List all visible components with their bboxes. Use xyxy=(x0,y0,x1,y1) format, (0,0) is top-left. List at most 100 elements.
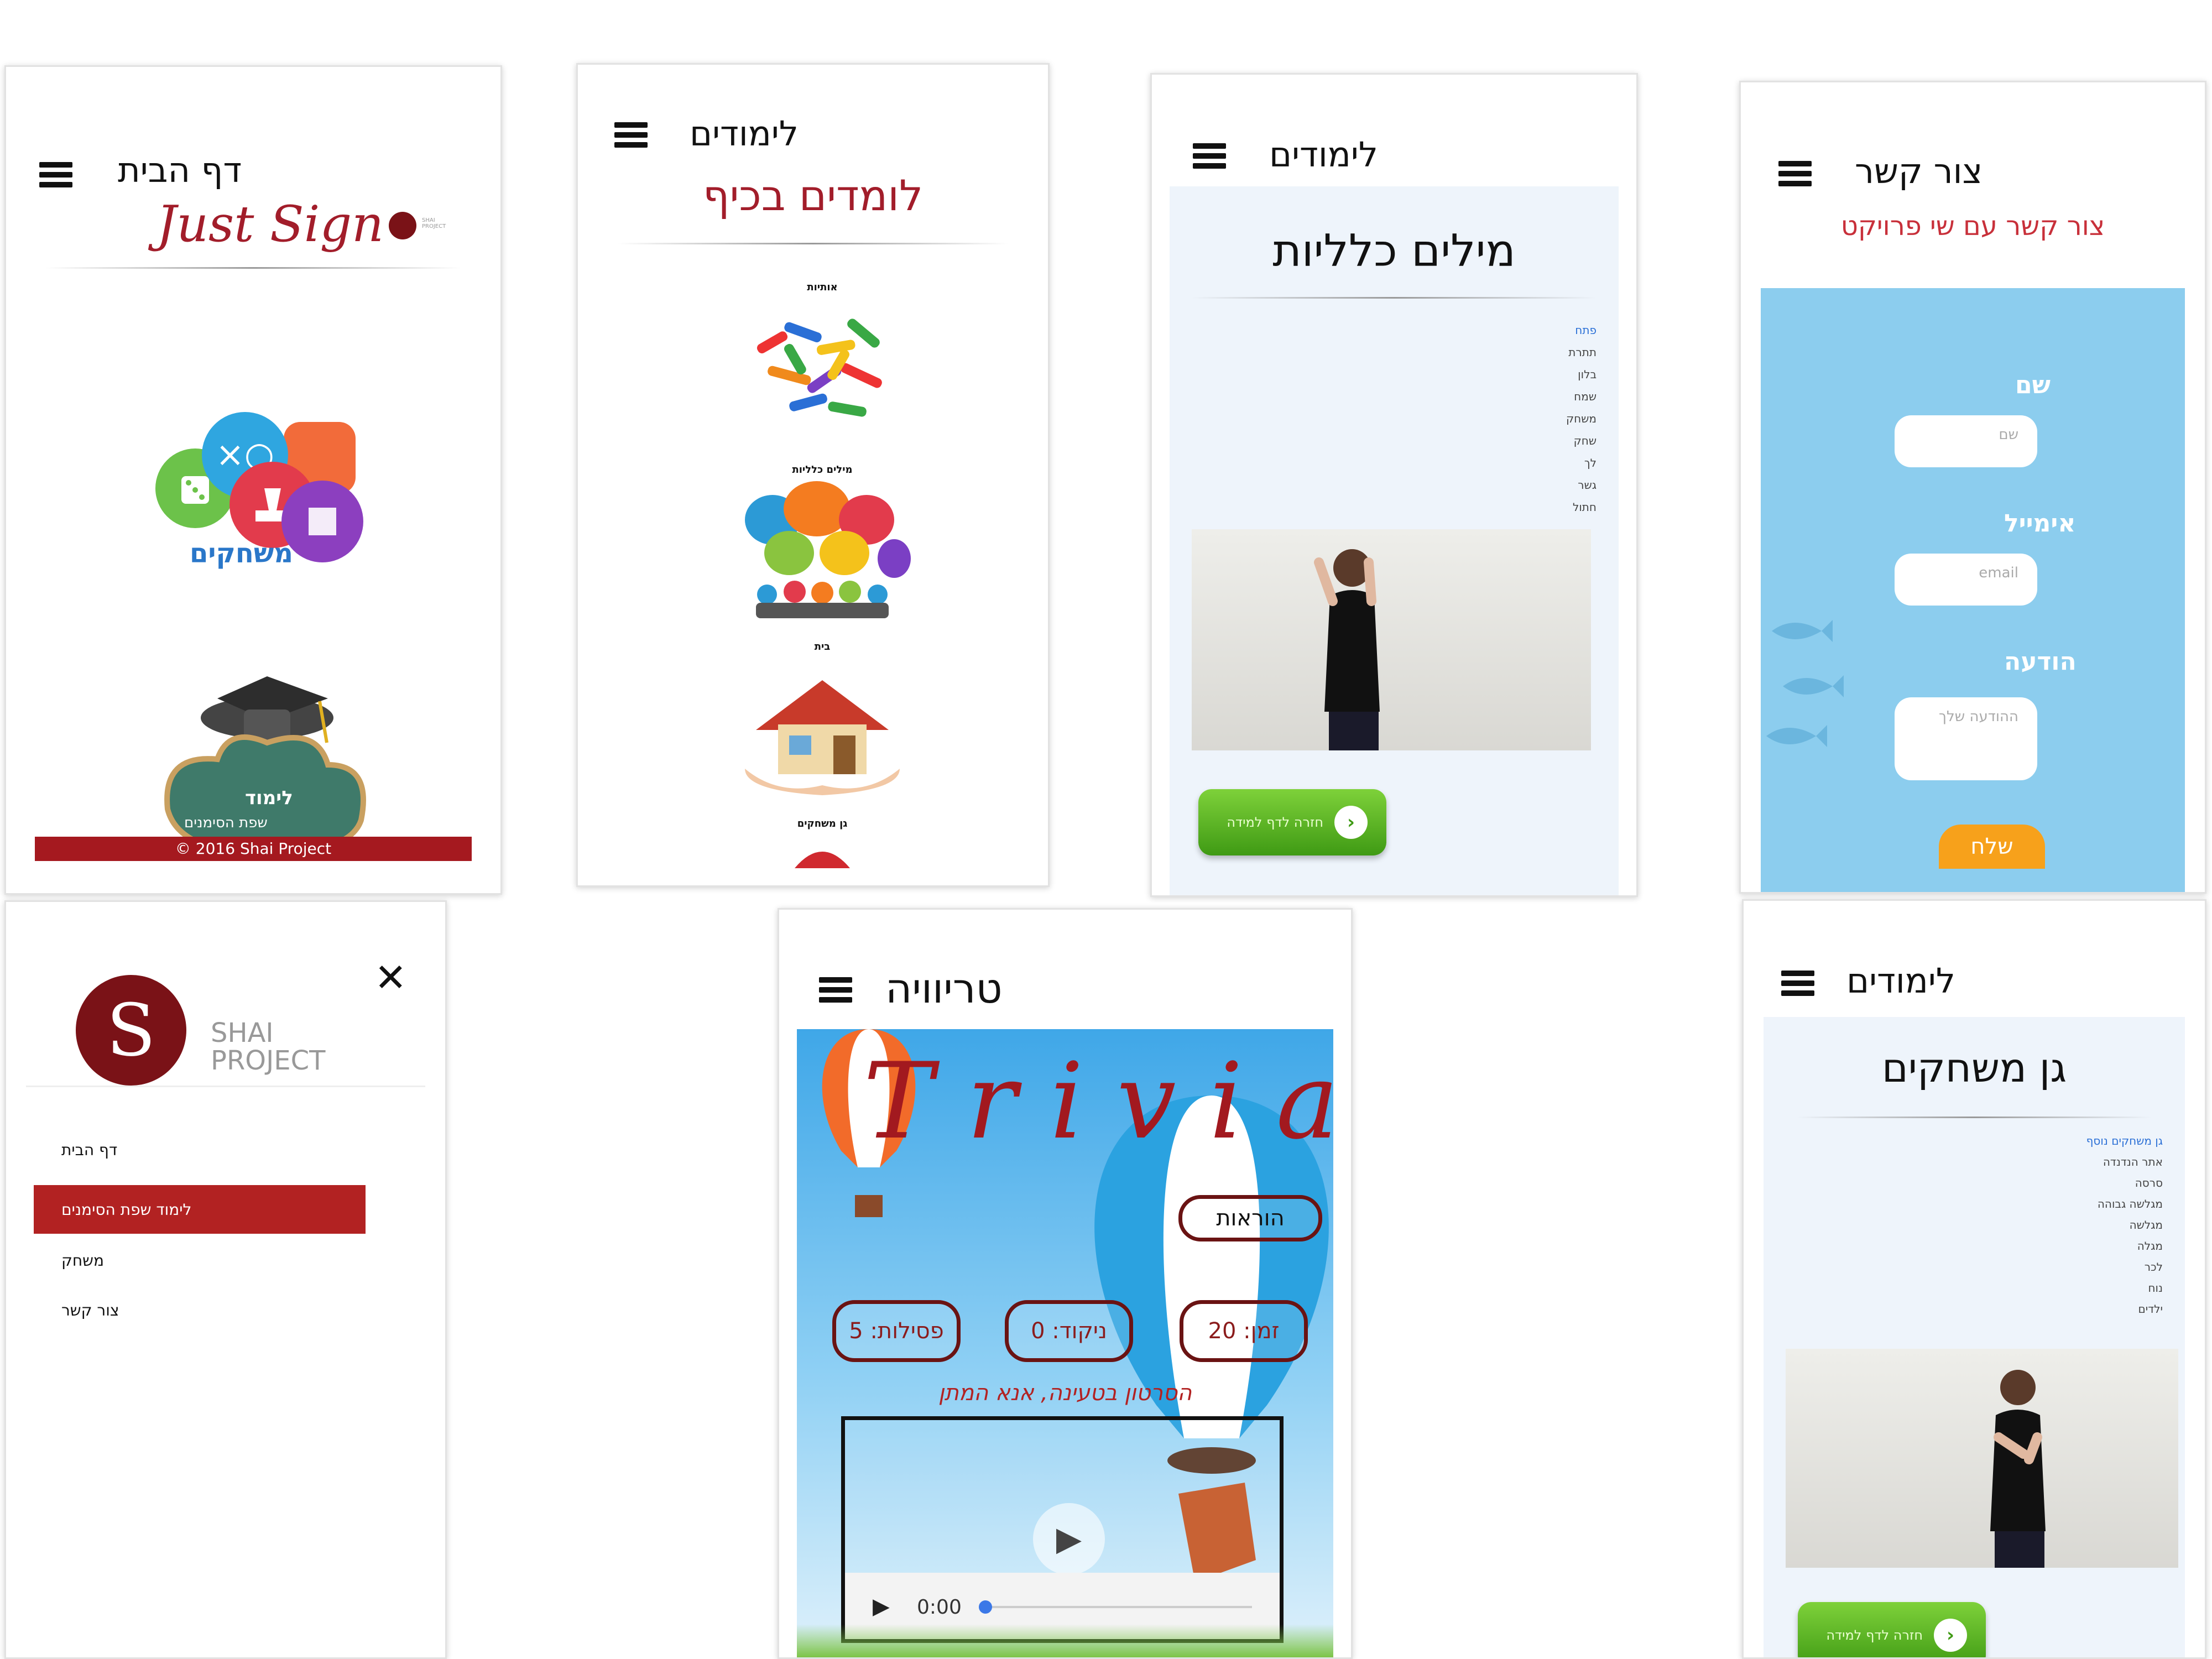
drawer-header: S SHAI PROJECT ✕ xyxy=(26,920,425,1087)
learn-item-playground[interactable]: גן משחקים xyxy=(734,818,911,879)
send-label: שלח xyxy=(1970,834,2013,859)
word-link[interactable]: שמח xyxy=(1486,385,1597,408)
word-link[interactable]: מגלה xyxy=(1997,1235,2163,1256)
learn-item-general-words[interactable]: מילים כלליות xyxy=(734,464,911,624)
word-link[interactable]: חתול xyxy=(1486,496,1597,518)
fish-decoration xyxy=(1766,620,1844,747)
word-link[interactable]: מגלשה גבוהה xyxy=(1997,1193,2163,1214)
page-title: דף הבית xyxy=(118,150,242,190)
just-sign-logo: Just Sign xyxy=(156,195,384,253)
chevron-left-icon: ‹ xyxy=(1934,1619,1967,1652)
strikes-label: פסילות: 5 xyxy=(849,1318,944,1344)
word-link[interactable]: שחק xyxy=(1486,430,1597,452)
trivia-game-area: Trivia הוראות פסילות: 5 ניקוד: 0 זמן: 20… xyxy=(797,1029,1333,1657)
play-icon[interactable]: ▶ xyxy=(873,1594,890,1619)
word-link[interactable]: גשר xyxy=(1486,474,1597,496)
section-heading: גן משחקים xyxy=(1881,1045,2067,1091)
drawer-item-contact[interactable]: צור קשר xyxy=(61,1301,119,1319)
menu-icon[interactable] xyxy=(614,122,648,148)
learn-sub-label: שפת הסימנים xyxy=(184,815,268,831)
page-title: לימודים xyxy=(1269,134,1378,175)
instructions-label: הוראות xyxy=(1216,1206,1285,1231)
video-player[interactable]: ▶ ▶ 0:00 xyxy=(841,1416,1284,1643)
page-title: לימודים xyxy=(690,113,799,154)
header-divider xyxy=(46,267,461,269)
loading-message: הסרטון בטעינה, אנא המתן xyxy=(938,1380,1192,1406)
content-panel: גן משחקים גן משחקים נוסף אתר הנדנדה סרסה… xyxy=(1764,1017,2185,1657)
sign-video[interactable] xyxy=(1192,529,1591,750)
email-field[interactable]: email xyxy=(1895,554,2037,606)
learn-item-letters[interactable]: אותיות xyxy=(734,281,911,447)
menu-icon[interactable] xyxy=(1193,143,1226,169)
video-time: 0:00 xyxy=(917,1596,962,1619)
games-label: משחקים xyxy=(190,538,294,569)
back-to-learning-button[interactable]: ‹ חזרה לדף למידה xyxy=(1198,789,1386,855)
page-title: צור קשר xyxy=(1855,151,1983,191)
menu-icon[interactable] xyxy=(819,977,852,1003)
word-link[interactable]: לך xyxy=(1486,452,1597,474)
learn-item-label: גן משחקים xyxy=(797,818,848,830)
learn-button[interactable]: לימוד שפת הסימנים xyxy=(151,665,383,864)
email-label: אימייל xyxy=(2004,509,2076,538)
heading-divider xyxy=(1797,1117,2152,1118)
sign-video[interactable] xyxy=(1786,1349,2178,1568)
graduation-cap-icon xyxy=(164,676,366,857)
score-label: ניקוד: 0 xyxy=(1031,1318,1107,1344)
shai-logo-circle: S xyxy=(76,975,186,1086)
logo-text: SHAI PROJECT xyxy=(211,1019,325,1074)
word-link[interactable]: גן משחקים נוסף xyxy=(1997,1130,2163,1151)
back-label: חזרה לדף למידה xyxy=(1227,815,1323,830)
name-label: שם xyxy=(2015,371,2051,399)
drawer-item-learn[interactable]: לימוד שפת הסימנים xyxy=(34,1185,366,1234)
menu-icon[interactable] xyxy=(1781,971,1814,996)
page-title: טריוויה xyxy=(885,965,1003,1013)
instructions-button[interactable]: הוראות xyxy=(1178,1195,1322,1241)
menu-icon[interactable] xyxy=(1778,161,1812,186)
timer-counter: זמן: 20 xyxy=(1180,1300,1308,1362)
learn-item-home[interactable]: בית xyxy=(734,641,911,801)
word-link[interactable]: משחק xyxy=(1486,408,1597,430)
words-list: גן משחקים נוסף אתר הנדנדה סרסה מגלשה גבו… xyxy=(1997,1130,2163,1319)
word-link[interactable]: אתר הנדנדה xyxy=(1997,1151,2163,1172)
footer-text: © 2016 Shai Project xyxy=(175,839,332,858)
close-icon[interactable]: ✕ xyxy=(374,958,407,997)
seek-thumb[interactable] xyxy=(979,1600,992,1614)
message-field[interactable]: ההודעה שלך xyxy=(1895,697,2037,780)
menu-drawer-screen: S SHAI PROJECT ✕ דף הבית לימוד שפת הסימנ… xyxy=(4,900,447,1659)
seek-bar[interactable] xyxy=(983,1606,1252,1608)
word-link[interactable]: תתרת xyxy=(1486,341,1597,363)
send-button[interactable]: שלח xyxy=(1939,825,2045,869)
learn-label: לימוד xyxy=(245,787,293,809)
word-link[interactable]: בלון xyxy=(1486,363,1597,385)
page-subtitle: לומדים בכיף xyxy=(702,171,924,220)
back-label: חזרה לדף למידה xyxy=(1826,1627,1923,1643)
timer-label: זמן: 20 xyxy=(1208,1318,1280,1344)
back-to-learning-button[interactable]: ‹ חזרה לדף למידה xyxy=(1798,1602,1986,1657)
contact-form-panel: שם שם אימייל email הודעה ההודעה שלך שלח xyxy=(1761,288,2185,892)
big-play-icon[interactable]: ▶ xyxy=(1033,1503,1105,1575)
learn-menu-screen: לימודים לומדים בכיף אותיות מילים כלליות xyxy=(576,63,1050,887)
house-image xyxy=(745,680,900,795)
shai-project-mini-text: SHAI PROJECT xyxy=(422,217,446,229)
header-divider xyxy=(618,243,1008,244)
heading-divider xyxy=(1192,297,1597,299)
word-link[interactable]: ילדים xyxy=(1997,1298,2163,1319)
word-link[interactable]: מגלשה xyxy=(1997,1214,2163,1235)
word-link[interactable]: נוח xyxy=(1997,1277,2163,1298)
menu-icon[interactable] xyxy=(39,162,72,187)
trivia-logo: Trivia xyxy=(863,1040,1333,1162)
word-link[interactable]: לכר xyxy=(1997,1256,2163,1277)
drawer-item-game[interactable]: משחק xyxy=(61,1251,104,1270)
word-link[interactable]: סרסה xyxy=(1997,1172,2163,1193)
strikes-counter: פסילות: 5 xyxy=(832,1300,961,1362)
name-field[interactable]: שם xyxy=(1895,415,2037,467)
message-label: הודעה xyxy=(2004,648,2077,676)
drawer-item-home[interactable]: דף הבית xyxy=(61,1141,117,1159)
word-link[interactable]: פתח xyxy=(1486,319,1597,341)
section-heading: מילים כלליות xyxy=(1272,225,1516,276)
footer: © 2016 Shai Project xyxy=(35,837,472,861)
learn-item-label: בית xyxy=(814,641,831,653)
games-button[interactable]: ×○ משחקים xyxy=(151,394,383,582)
learn-item-label: מילים כלליות xyxy=(792,464,853,476)
contact-screen: צור קשר צור קשר עם שי פרויקט שם שם אימיי… xyxy=(1739,81,2206,894)
